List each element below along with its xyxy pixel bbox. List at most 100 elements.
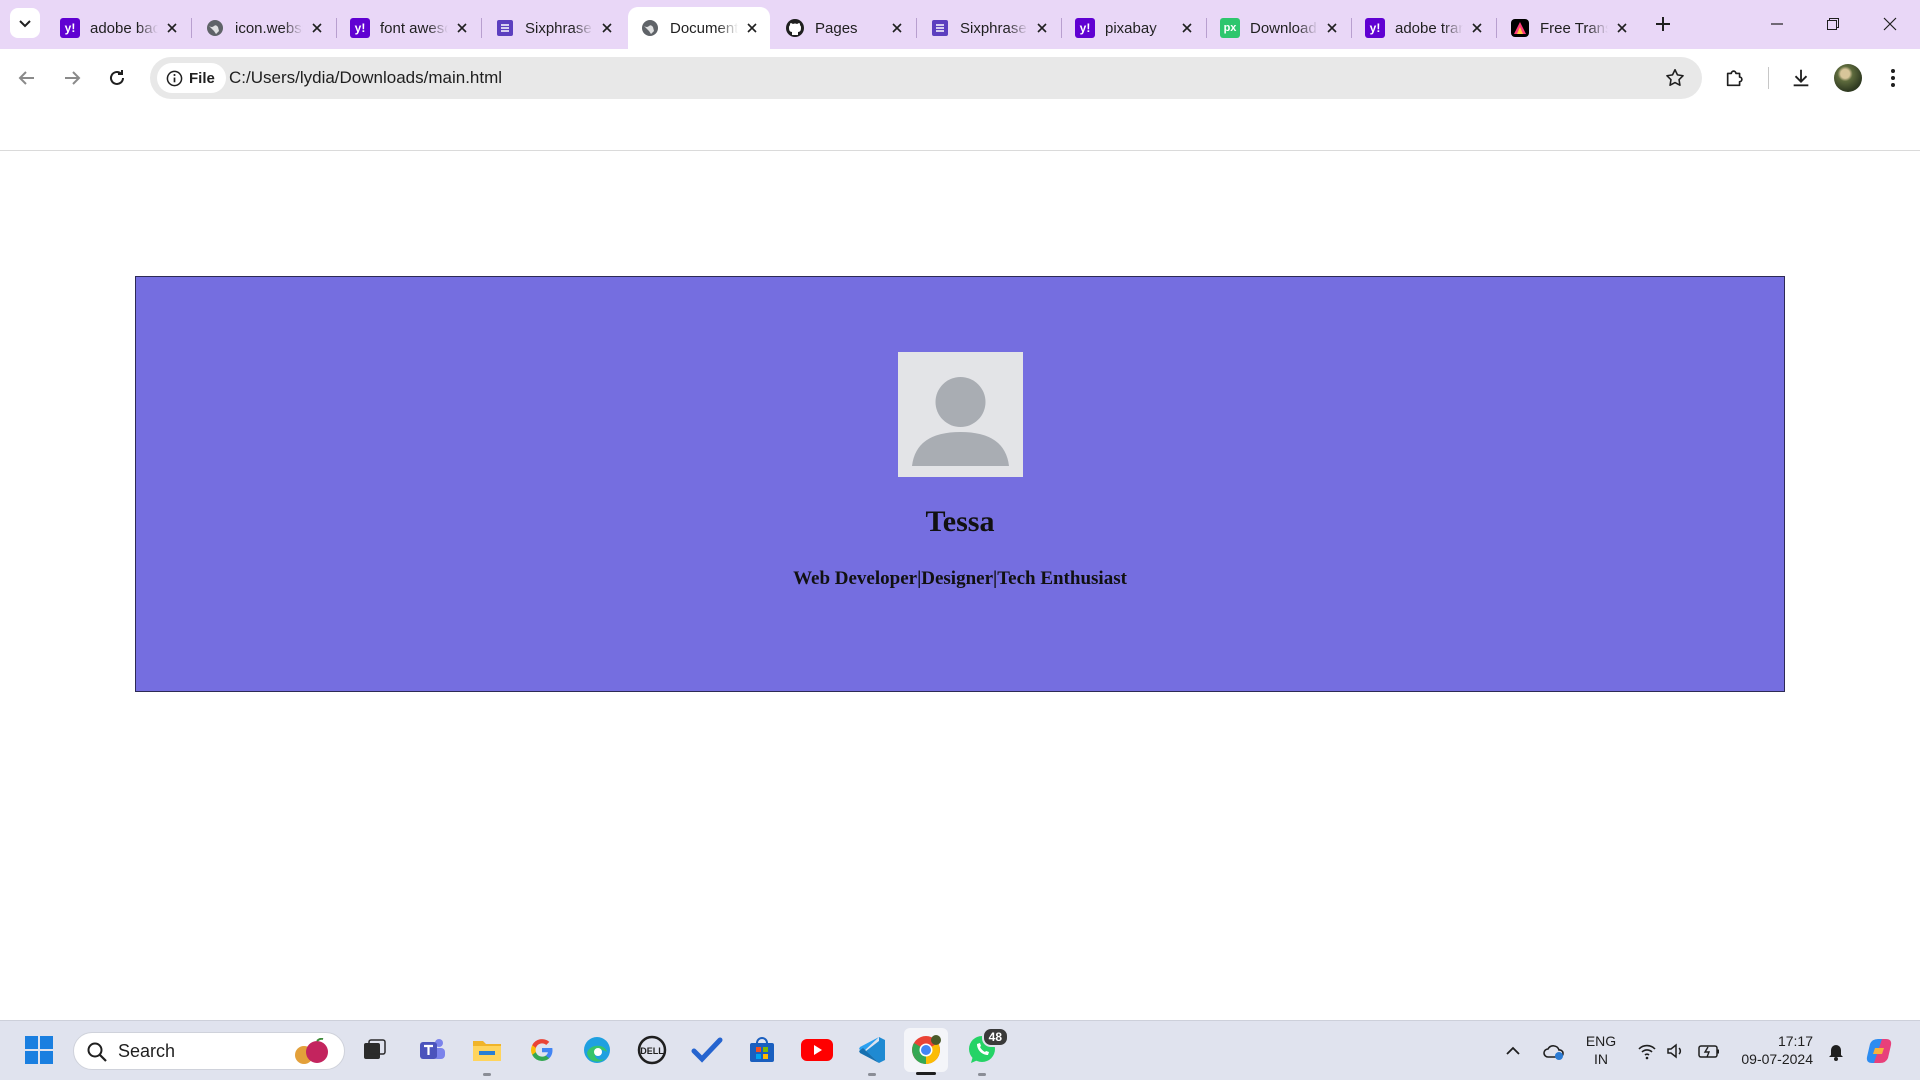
browser-tab[interactable]: Sixphrase [483,7,625,49]
tab-separator [1206,18,1207,38]
tab-title: icon.website [235,19,303,37]
profile-picture [898,352,1023,477]
restore-button[interactable] [1819,10,1847,38]
forward-button[interactable] [56,62,88,94]
whatsapp-app[interactable]: 48 [965,1027,1009,1076]
tab-title: Document [670,19,738,37]
tab-title: Pages [815,19,858,37]
search-icon [87,1042,107,1062]
onedrive-sync-icon[interactable] [1542,1041,1566,1061]
arrow-right-icon [65,71,81,85]
tab-search-button[interactable] [10,8,40,38]
browser-menu-button[interactable] [1877,62,1909,94]
close-tab-icon[interactable] [599,20,615,36]
task-view-icon [364,1039,386,1059]
chrome-app[interactable] [904,1028,948,1075]
default-user-avatar-icon [912,377,1009,466]
site-info-chip[interactable]: File [157,63,226,93]
browser-tab[interactable]: Sixphrase [918,7,1060,49]
todo-app[interactable] [690,1033,724,1067]
start-button[interactable] [22,1033,56,1067]
clock-time: 17:17 [1777,1033,1813,1049]
browser-tab[interactable]: y! adobe translate [1353,7,1495,49]
volume-icon[interactable] [1665,1041,1685,1061]
close-tab-icon[interactable] [1324,20,1340,36]
minimize-icon [1771,23,1783,25]
vscode-app[interactable] [855,1033,889,1076]
back-button[interactable] [11,62,43,94]
windows-taskbar: Search DELL 48 ENG IN 17:17 09-07-2024 [0,1020,1920,1080]
browser-tab[interactable]: icon.website [193,7,335,49]
tab-title: Free Translate [1540,19,1608,37]
sixphrase-icon [932,20,948,36]
close-tab-icon[interactable] [1034,20,1050,36]
browser-tab[interactable]: y! font awesome [338,7,480,49]
close-tab-icon[interactable] [1179,20,1195,36]
whatsapp-unread-badge: 48 [981,1027,1009,1047]
close-tab-icon[interactable] [164,20,180,36]
new-tab-plus-icon[interactable] [1651,12,1675,36]
microsoft-store-app[interactable] [745,1033,779,1067]
downloads-button[interactable] [1785,62,1817,94]
yahoo-icon: y! [60,18,80,38]
dell-logo-icon: DELL [637,1035,667,1065]
extensions-button[interactable] [1719,62,1751,94]
browser-tab[interactable]: y! adobe background remover [48,7,190,49]
file-explorer-app[interactable] [470,1033,504,1076]
svg-text:DELL: DELL [640,1046,664,1056]
toolbar-divider [1768,67,1769,89]
browser-tab[interactable]: Pages [773,7,915,49]
close-tab-icon[interactable] [454,20,470,36]
reload-button[interactable] [101,62,133,94]
clock[interactable]: 17:17 09-07-2024 [1733,1032,1813,1068]
task-view-button[interactable] [357,1033,391,1067]
bookmark-star-icon[interactable] [1664,67,1686,89]
pixabay-px-icon: px [1220,18,1240,38]
address-bar[interactable]: File C:/Users/lydia/Downloads/main.html [150,57,1702,99]
close-tab-icon[interactable] [1614,20,1630,36]
youtube-app[interactable] [800,1033,834,1067]
edge-icon [584,1037,610,1063]
browser-tab[interactable]: Free Translate [1498,7,1640,49]
wifi-icon[interactable] [1637,1041,1657,1061]
copilot-icon[interactable] [1864,1036,1894,1066]
url-text[interactable]: C:/Users/lydia/Downloads/main.html [229,68,502,88]
language-code: ENG [1585,1033,1617,1049]
language-indicator[interactable]: ENG IN [1582,1032,1620,1068]
minimize-button[interactable] [1763,10,1791,38]
adobe-express-icon [1511,19,1529,37]
browser-tab[interactable]: px Download [1208,7,1350,49]
tab-title: font awesome [380,19,448,37]
tab-separator [1496,18,1497,38]
notification-bell-icon[interactable] [1826,1041,1846,1061]
close-tab-icon[interactable] [744,20,760,36]
chevron-down-icon [19,20,31,28]
tab-title: adobe background remover [90,19,158,37]
battery-charging-icon[interactable] [1697,1041,1721,1061]
tab-separator [336,18,337,38]
info-icon [166,70,183,86]
reload-icon [110,70,124,85]
teams-app[interactable] [415,1033,449,1067]
tab-title: Download [1250,19,1317,37]
close-tab-icon[interactable] [889,20,905,36]
tab-separator [1351,18,1352,38]
kebab-menu-icon [1891,69,1895,87]
bookmark-bar [0,107,1920,151]
browser-tab-active[interactable]: Document [628,7,770,49]
show-hidden-icons-chevron-icon[interactable] [1503,1041,1523,1061]
profile-avatar[interactable] [1834,64,1862,92]
site-chip-label: File [189,69,215,87]
close-window-button[interactable] [1876,10,1904,38]
close-tab-icon[interactable] [309,20,325,36]
sixphrase-icon [497,20,513,36]
download-icon [1793,69,1809,87]
browser-tab[interactable]: y! pixabay [1063,7,1205,49]
tab-title: Sixphrase [960,19,1027,37]
taskbar-search-box[interactable]: Search [73,1032,345,1070]
close-tab-icon[interactable] [1469,20,1485,36]
edge-app[interactable] [580,1033,614,1067]
google-app[interactable] [525,1033,559,1067]
dell-app[interactable]: DELL [635,1033,669,1067]
browser-toolbar: File C:/Users/lydia/Downloads/main.html [0,49,1920,107]
